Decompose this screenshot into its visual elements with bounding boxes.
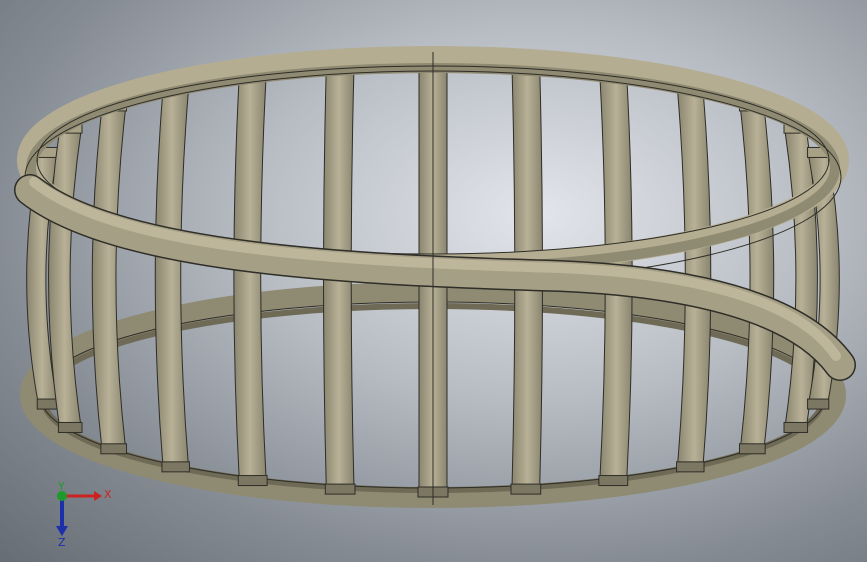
cage-bar[interactable] (233, 67, 268, 487)
cage-bar[interactable] (154, 81, 190, 473)
z-axis-label: Z (58, 536, 66, 549)
3d-viewport[interactable] (0, 0, 867, 562)
cage-bar[interactable] (738, 100, 775, 455)
axis-triad: X Y Z (56, 482, 112, 549)
x-axis-arrow (62, 491, 102, 501)
x-axis-label: X (104, 488, 112, 501)
cage-bar[interactable] (91, 100, 128, 455)
y-axis-label: Y (57, 482, 65, 493)
z-axis-arrow (56, 496, 68, 536)
